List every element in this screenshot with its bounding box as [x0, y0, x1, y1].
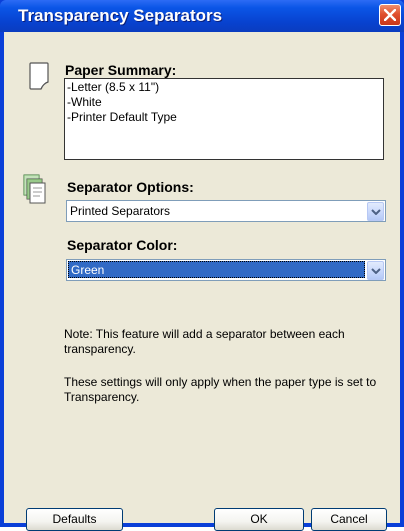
dialog-window: Transparency Separators Paper Summary: -… — [0, 0, 404, 531]
separator-options-dropdown[interactable]: Printed Separators — [66, 200, 386, 222]
paper-summary-line: -White — [67, 95, 102, 109]
separator-options-value: Printed Separators — [70, 204, 171, 218]
separator-stack-icon — [23, 174, 46, 204]
separator-options-dropdown-button[interactable] — [367, 202, 384, 221]
title-bar[interactable]: Transparency Separators — [0, 0, 404, 32]
ok-button[interactable]: OK — [214, 508, 304, 531]
settings-note: These settings will only apply when the … — [64, 375, 377, 404]
separator-options-label: Separator Options: — [67, 179, 194, 195]
paper-summary-line: -Printer Default Type — [67, 110, 177, 124]
chevron-down-icon — [371, 268, 381, 274]
separator-color-value: Green — [68, 261, 365, 278]
defaults-button[interactable]: Defaults — [26, 508, 123, 531]
close-button[interactable] — [379, 4, 401, 26]
separator-color-dropdown-button[interactable] — [367, 261, 384, 280]
paper-summary-box: -Letter (8.5 x 11") -White -Printer Defa… — [64, 78, 384, 160]
separator-color-dropdown[interactable]: Green — [66, 259, 386, 281]
dialog-body: Paper Summary: -Letter (8.5 x 11") -Whit… — [4, 32, 400, 531]
transparency-note: Note: This feature will add a separator … — [64, 327, 345, 356]
window-title: Transparency Separators — [18, 6, 223, 25]
separator-color-label: Separator Color: — [67, 237, 178, 253]
paper-icon — [29, 62, 49, 90]
paper-summary-line: -Letter (8.5 x 11") — [67, 80, 160, 94]
paper-summary-label: Paper Summary: — [65, 62, 177, 78]
cancel-button[interactable]: Cancel — [311, 508, 387, 531]
chevron-down-icon — [371, 209, 381, 215]
close-icon — [384, 9, 396, 21]
